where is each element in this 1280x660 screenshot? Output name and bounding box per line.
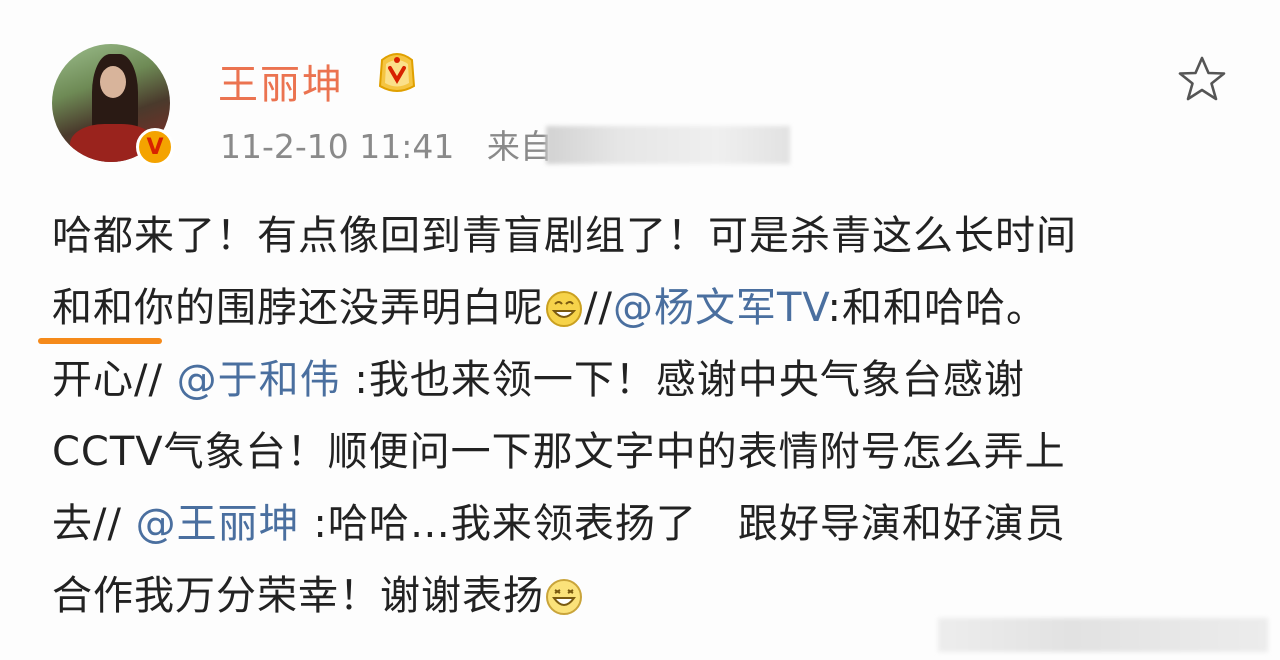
mention-link-yangwenjun[interactable]: @杨文军TV (613, 285, 828, 331)
content-line-1: 哈都来了！有点像回到青盲剧组了！可是杀青这么长时间 (52, 213, 1077, 259)
content-text: :哈哈…我来领表扬了 跟好导演和好演员 (313, 501, 1066, 547)
verified-badge-icon: V (136, 128, 174, 166)
repost-separator: // (584, 285, 613, 331)
vip-member-icon[interactable] (376, 50, 418, 94)
grin-emoji-icon (546, 291, 582, 327)
post-timestamp[interactable]: 11-2-10 11:41 (220, 127, 454, 166)
content-text: 去// (52, 501, 122, 547)
username-link[interactable]: 王丽坤 (218, 52, 344, 110)
content-text: :我也来领一下！感谢中央气象台感谢 (354, 357, 1025, 403)
content-text: :和和哈哈。 (827, 285, 1047, 331)
content-text: 和和你的围脖还没弄明白呢 (52, 285, 544, 331)
content-line-5: 去// @王丽坤 :哈哈…我来领表扬了 跟好导演和好演员 (52, 488, 1242, 560)
mention-link-wanglikun[interactable]: @王丽坤 (136, 501, 300, 547)
highlight-underline (38, 338, 162, 344)
avatar-face (100, 66, 126, 98)
weibo-post-card: V 王丽坤 11-2-10 11:41 来自 哈都来了！有点像回到青盲剧组了！可… (0, 0, 1280, 660)
content-line-2: 和和你的围脖还没弄明白呢 //@杨文军TV:和和哈哈。 (52, 272, 1242, 344)
content-text: 开心// (52, 357, 163, 403)
content-text: 合作我万分荣幸！谢谢表扬 (52, 573, 544, 619)
post-source-label: 来自 (486, 127, 553, 166)
post-meta: 11-2-10 11:41 来自 (220, 120, 553, 168)
redacted-area (938, 618, 1268, 652)
mention-link-yuhewei[interactable]: @于和伟 (177, 357, 341, 403)
laugh-emoji-icon (546, 579, 582, 615)
star-icon[interactable] (1176, 54, 1228, 106)
post-content: 哈都来了！有点像回到青盲剧组了！可是杀青这么长时间 和和你的围脖还没弄明白呢 /… (52, 200, 1242, 632)
content-line-3: 开心// @于和伟 :我也来领一下！感谢中央气象台感谢 (52, 344, 1242, 416)
source-app-redacted (546, 126, 790, 164)
content-line-4: CCTV气象台！顺便问一下那文字中的表情附号怎么弄上 (52, 429, 1066, 475)
